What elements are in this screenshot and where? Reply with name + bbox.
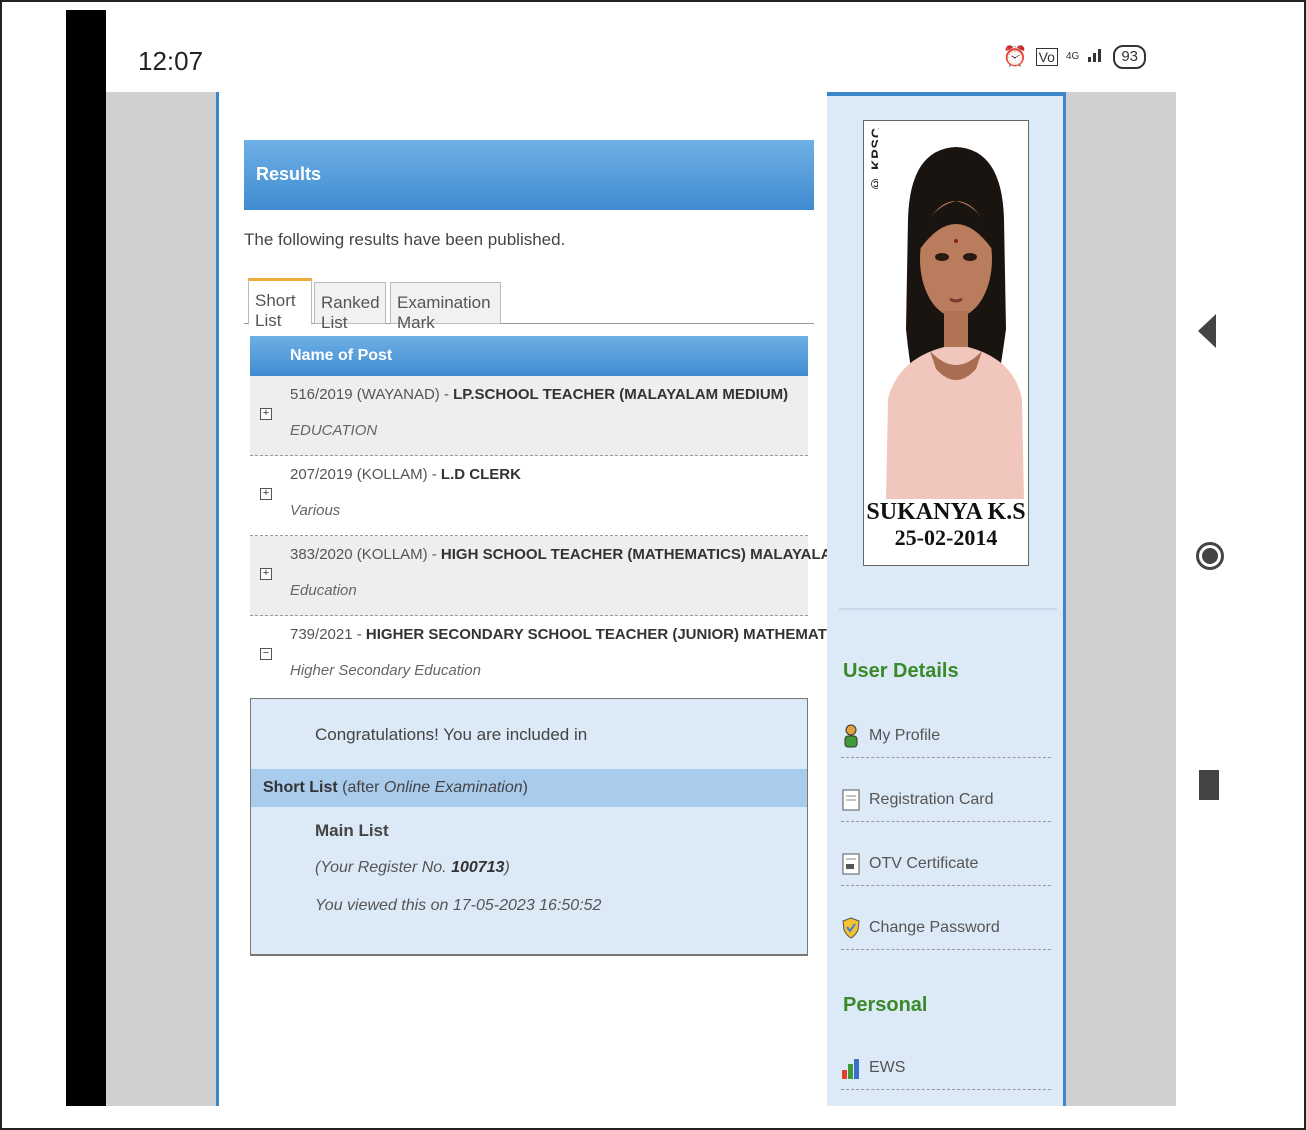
expand-icon[interactable]: + — [260, 408, 272, 420]
web-page: Results The following results have been … — [216, 92, 1066, 1106]
post-title: L.D CLERK — [440, 466, 521, 483]
register-suffix: ) — [504, 859, 510, 876]
registration-card-link[interactable]: Registration Card — [841, 778, 1051, 822]
register-no: 100713 — [451, 859, 505, 876]
sidebar: © KPSC SUKANYA K.S 25-02-2014 User Detai… — [827, 92, 1063, 1106]
post-code: 383/2020 (KOLLAM) - — [290, 546, 441, 563]
post-code: 739/2021 - — [290, 626, 366, 643]
card-icon — [842, 789, 860, 810]
register-prefix: (Your Register No. — [315, 859, 452, 876]
my-profile-label: My Profile — [869, 726, 941, 744]
table-row[interactable]: + 207/2019 (KOLLAM) - L.D CLERK Various — [250, 456, 808, 536]
certificate-icon — [842, 853, 860, 874]
post-code: 207/2019 (KOLLAM) - — [290, 466, 441, 483]
screenshot-frame: 12:07 ⏰ Vo 4G 93 Results The following r… — [0, 0, 1306, 1130]
user-details-title: User Details — [843, 660, 959, 682]
tab-examination-mark[interactable]: Examination Mark — [390, 282, 501, 332]
change-password-label: Change Password — [869, 918, 1000, 936]
register-number: (Your Register No. 100713) — [315, 859, 510, 877]
tab-short-list[interactable]: Short List — [248, 278, 312, 330]
home-button[interactable] — [1196, 542, 1224, 570]
column-header-name-of-post: Name of Post — [250, 336, 808, 376]
congrats-text: Congratulations! You are included in — [315, 725, 588, 744]
table-row[interactable]: − 739/2021 - HIGHER SECONDARY SCHOOL TEA… — [250, 616, 852, 696]
list-qualifier-prefix: (after — [337, 779, 384, 796]
main-content: Results The following results have been … — [219, 92, 909, 1106]
results-tabs: Short List Ranked List Examination Mark — [244, 278, 814, 332]
change-password-link[interactable]: Change Password — [841, 906, 1051, 950]
posts-table: Name of Post + 516/2019 (WAYANAD) - LP.S… — [250, 336, 909, 696]
results-intro: The following results have been publishe… — [244, 230, 566, 249]
status-bar: 12:07 ⏰ Vo 4G 93 — [106, 10, 1176, 92]
network-type: 4G — [1065, 51, 1080, 62]
post-department: Various — [290, 502, 341, 519]
portrait-image — [878, 129, 1026, 499]
ews-link[interactable]: EWS — [841, 1046, 1051, 1090]
post-code: 516/2019 (WAYANAD) - — [290, 386, 454, 403]
list-qualifier-suffix: ) — [522, 779, 528, 796]
sidebar-divider — [839, 608, 1057, 610]
home-icon — [1202, 548, 1218, 564]
signal-icon — [1087, 45, 1105, 69]
ews-label: EWS — [869, 1058, 906, 1076]
recents-button[interactable] — [1199, 770, 1219, 800]
post-name: 207/2019 (KOLLAM) - L.D CLERK — [290, 466, 521, 483]
personal-title: Personal — [843, 994, 928, 1016]
post-department: EDUCATION — [290, 422, 378, 439]
bar-chart-icon — [842, 1058, 859, 1079]
status-time: 12:07 — [138, 46, 204, 76]
list-qualifier: Online Examination — [383, 779, 523, 796]
post-title: LP.SCHOOL TEACHER (MALAYALAM MEDIUM) — [453, 386, 789, 403]
collapse-icon[interactable]: − — [260, 648, 272, 660]
alarm-icon: ⏰ — [1002, 46, 1028, 68]
my-profile-link[interactable]: My Profile — [841, 714, 1051, 758]
status-icons: ⏰ Vo 4G 93 — [1003, 44, 1146, 69]
post-name: 739/2021 - HIGHER SECONDARY SCHOOL TEACH… — [290, 626, 852, 643]
person-icon — [844, 724, 858, 747]
expand-icon[interactable]: + — [260, 568, 272, 580]
result-detail-panel: Congratulations! You are included in Sho… — [250, 698, 808, 956]
otv-certificate-label: OTV Certificate — [869, 854, 979, 872]
table-row[interactable]: + 516/2019 (WAYANAD) - LP.SCHOOL TEACHER… — [250, 376, 808, 456]
main-list-label: Main List — [315, 821, 389, 840]
profile-date: 25-02-2014 — [894, 525, 998, 550]
tab-ranked-list[interactable]: Ranked List — [314, 282, 386, 332]
battery-icon: 93 — [1113, 44, 1146, 69]
profile-name: SUKANYA K.S — [866, 499, 1026, 525]
short-list-bar: Short List (after Online Examination) — [251, 769, 807, 807]
profile-photo: © KPSC SUKANYA K.S 25-02-2014 — [863, 120, 1029, 566]
post-department: Education — [290, 582, 357, 599]
post-department: Higher Secondary Education — [290, 662, 481, 679]
list-name: Short List — [263, 779, 338, 796]
results-header: Results — [244, 140, 814, 210]
phone-screen: 12:07 ⏰ Vo 4G 93 Results The following r… — [106, 10, 1176, 1106]
expand-icon[interactable]: + — [260, 488, 272, 500]
left-black-bar — [66, 10, 106, 1106]
viewed-timestamp: You viewed this on 17-05-2023 16:50:52 — [315, 897, 602, 914]
post-title: HIGHER SECONDARY SCHOOL TEACHER (JUNIOR)… — [365, 626, 852, 643]
volte-icon: Vo — [1035, 47, 1058, 66]
post-name: 516/2019 (WAYANAD) - LP.SCHOOL TEACHER (… — [290, 386, 788, 403]
shield-icon — [842, 916, 860, 939]
back-button[interactable] — [1198, 314, 1216, 348]
registration-card-label: Registration Card — [869, 790, 994, 808]
table-row[interactable]: + 383/2020 (KOLLAM) - HIGH SCHOOL TEACHE… — [250, 536, 909, 616]
post-name: 383/2020 (KOLLAM) - HIGH SCHOOL TEACHER … — [290, 546, 909, 563]
otv-certificate-link[interactable]: OTV Certificate — [841, 842, 1051, 886]
